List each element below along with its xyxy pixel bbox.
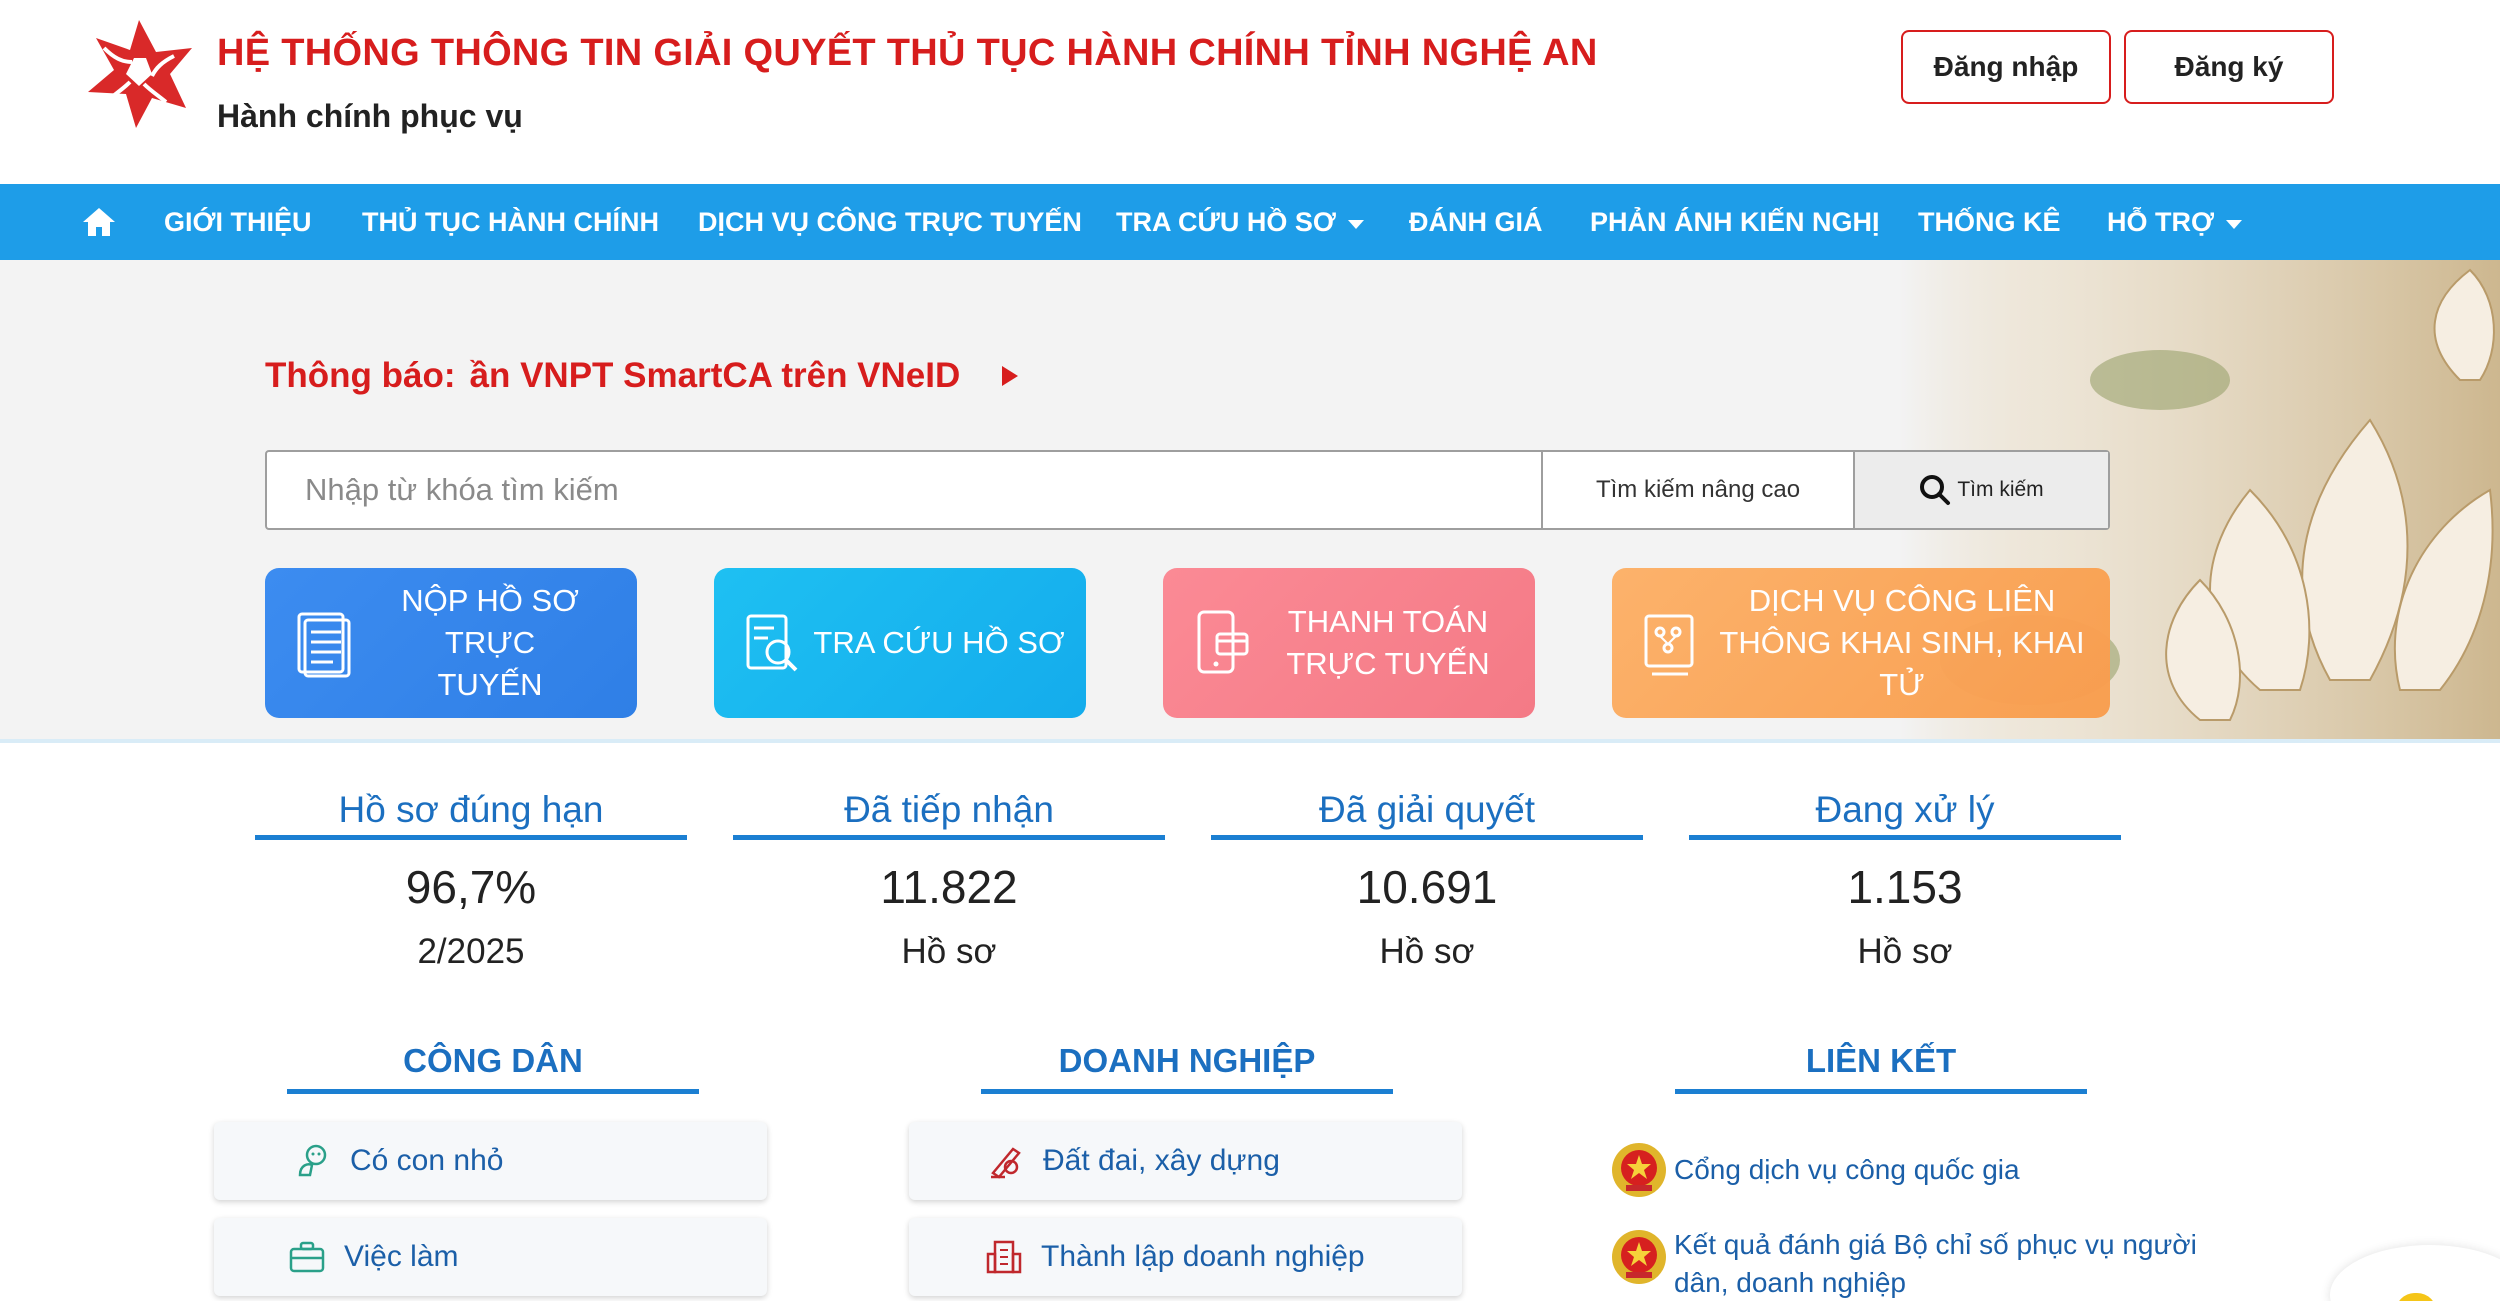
chevron-down-icon	[2226, 219, 2243, 229]
notice-text[interactable]: ần VNPT SmartCA trên VNeID	[470, 356, 961, 396]
nav-item-danh-gia[interactable]: ĐÁNH GIÁ	[1409, 184, 1543, 260]
building-icon	[986, 1240, 1022, 1274]
chevron-down-icon	[1347, 219, 1364, 229]
stat-title: Đang xử lý	[1689, 780, 2121, 840]
stat-title: Đã tiếp nhận	[733, 780, 1165, 840]
search-input[interactable]	[267, 452, 1541, 528]
lookup-records-button[interactable]: TRA CỨU HỒ SƠ	[714, 568, 1086, 718]
search-bar: Tìm kiếm nâng cao Tìm kiếm	[265, 450, 2110, 530]
stat-sub: Hồ sơ	[1379, 932, 1475, 971]
stat-value: 1.153	[1847, 861, 1963, 913]
section-title-business: DOANH NGHIỆP	[981, 1036, 1393, 1094]
site-header: HỆ THỐNG THÔNG TIN GIẢI QUYẾT THỦ TỤC HÀ…	[0, 0, 2500, 184]
nav-item-thong-ke[interactable]: THỐNG KÊ	[1918, 184, 2061, 260]
citizen-item-label: Có con nhỏ	[350, 1144, 504, 1177]
lookup-records-label: TRA CỨU HỒ SƠ	[813, 625, 1065, 660]
submit-online-label-line1: NỘP HỒ SƠ TRỰC	[401, 583, 579, 660]
nav-item-tra-cuu-ho-so[interactable]: TRA CỨU HỒ SƠ	[1116, 184, 1364, 260]
online-payment-button[interactable]: THANH TOÁN TRỰC TUYẾN	[1163, 568, 1535, 718]
advanced-search-button[interactable]: Tìm kiếm nâng cao	[1541, 452, 1853, 528]
main-nav: GIỚI THIỆU THỦ TỤC HÀNH CHÍNH DỊCH VỤ CÔ…	[0, 184, 2500, 260]
nav-item-phan-anh-kien-nghi[interactable]: PHẢN ÁNH KIẾN NGHỊ	[1590, 184, 1880, 260]
notice-label: Thông báo:	[265, 356, 456, 395]
business-item-establish-company[interactable]: Thành lập doanh nghiệp	[909, 1218, 1462, 1296]
stat-processing: Đang xử lý 1.153 Hồ sơ	[1689, 780, 2121, 972]
link-label: Cổng dịch vụ công quốc gia	[1674, 1154, 2020, 1185]
business-item-label: Đất đai, xây dựng	[1043, 1144, 1280, 1177]
submit-online-button[interactable]: NỘP HỒ SƠ TRỰC TUYẾN	[265, 568, 637, 718]
birth-death-service-label-line1: DỊCH VỤ CÔNG LIÊN	[1748, 583, 2056, 618]
birth-death-service-button[interactable]: DỊCH VỤ CÔNG LIÊN THÔNG KHAI SINH, KHAI …	[1612, 568, 2110, 718]
search-button[interactable]: Tìm kiếm	[1853, 452, 2108, 528]
document-search-icon	[746, 614, 798, 672]
stat-value: 11.822	[880, 861, 1018, 913]
section-title-citizen: CÔNG DÂN	[287, 1036, 699, 1094]
play-icon[interactable]	[1002, 366, 1019, 386]
stat-received: Đã tiếp nhận 11.822 Hồ sơ	[733, 780, 1165, 972]
stat-resolved: Đã giải quyết 10.691 Hồ sơ	[1211, 780, 1643, 972]
document-list-icon	[297, 612, 351, 678]
link-service-index-results[interactable]: Kết quả đánh giá Bộ chỉ số phục vụ người…	[1610, 1228, 2230, 1301]
nav-item-thu-tuc-hanh-chinh[interactable]: THỦ TỤC HÀNH CHÍNH	[362, 184, 659, 260]
briefcase-icon	[289, 1241, 325, 1273]
citizen-item-label: Việc làm	[344, 1240, 459, 1273]
business-item-label: Thành lập doanh nghiệp	[1041, 1240, 1365, 1273]
submit-online-label-line2: TUYẾN	[437, 667, 543, 702]
citizen-item-small-children[interactable]: Có con nhỏ	[214, 1122, 767, 1200]
business-item-land-construction[interactable]: Đất đai, xây dựng	[909, 1122, 1462, 1200]
nav-item-dich-vu-cong[interactable]: DỊCH VỤ CÔNG TRỰC TUYẾN	[698, 184, 1082, 260]
logo-icon[interactable]	[74, 18, 204, 130]
mobile-payment-icon	[1197, 610, 1249, 674]
nav-item-ho-tro[interactable]: HỖ TRỢ	[2107, 184, 2243, 260]
birth-death-service-label-line2: THÔNG KHAI SINH, KHAI TỬ	[1719, 625, 2085, 702]
site-subtitle: Hành chính phục vụ	[217, 98, 523, 134]
stat-on-time: Hồ sơ đúng hạn 96,7% 2/2025	[255, 780, 687, 972]
login-button[interactable]: Đăng nhập	[1901, 30, 2111, 104]
home-icon[interactable]	[82, 206, 116, 238]
stat-title: Đã giải quyết	[1211, 780, 1643, 840]
stat-title: Hồ sơ đúng hạn	[255, 780, 687, 840]
link-label-line1: Kết quả đánh giá Bộ chỉ số phục vụ người	[1674, 1229, 2197, 1260]
stat-value: 96,7%	[405, 861, 537, 913]
site-title[interactable]: HỆ THỐNG THÔNG TIN GIẢI QUYẾT THỦ TỤC HÀ…	[217, 32, 1598, 75]
national-emblem-icon	[1612, 1230, 1666, 1284]
stat-value: 10.691	[1356, 861, 1498, 913]
baby-icon	[298, 1144, 327, 1177]
citizen-item-employment[interactable]: Việc làm	[214, 1218, 767, 1296]
online-payment-label-line2: TRỰC TUYẾN	[1286, 646, 1490, 681]
register-button[interactable]: Đăng ký	[2124, 30, 2334, 104]
stat-sub: Hồ sơ	[1857, 932, 1953, 971]
notice-bar[interactable]: Thông báo: ần VNPT SmartCA trên VNeID	[265, 356, 1019, 396]
section-title-links: LIÊN KẾT	[1675, 1036, 2087, 1094]
construction-icon	[991, 1147, 1021, 1179]
nav-item-gioi-thieu[interactable]: GIỚI THIỆU	[164, 184, 312, 260]
online-payment-label-line1: THANH TOÁN	[1287, 604, 1489, 639]
search-button-label: Tìm kiếm	[1957, 478, 2044, 501]
link-national-public-service-portal[interactable]: Cổng dịch vụ công quốc gia	[1610, 1141, 2230, 1199]
stat-sub: 2/2025	[417, 932, 525, 971]
stat-sub: Hồ sơ	[901, 932, 997, 971]
hero-banner: Thông báo: ần VNPT SmartCA trên VNeID Tì…	[0, 260, 2500, 743]
search-icon	[1920, 475, 1951, 505]
interconnected-service-icon	[1644, 614, 1694, 676]
link-label-line2: dân, doanh nghiệp	[1674, 1267, 1906, 1298]
national-emblem-icon	[1612, 1143, 1666, 1197]
